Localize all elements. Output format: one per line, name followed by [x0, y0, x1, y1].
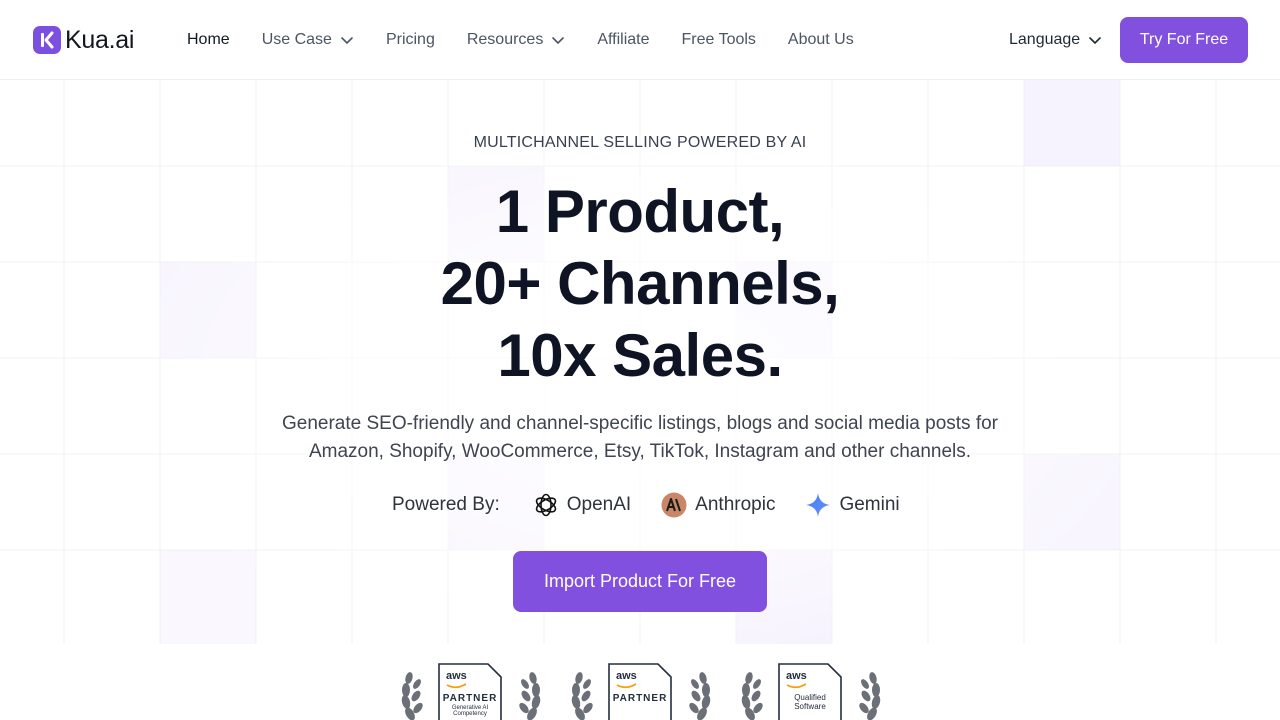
powered-by-row: Powered By: OpenAI Anthropic Gemini: [392, 490, 900, 520]
nav-free-tools[interactable]: Free Tools: [682, 31, 756, 49]
nav-label: Home: [187, 31, 230, 48]
nav-pricing[interactable]: Pricing: [386, 31, 435, 49]
award-badge: aws PARTNER Generative AI Competency: [396, 662, 546, 720]
nav-label: Resources: [466, 31, 544, 48]
gemini-icon: [806, 493, 831, 517]
headline-line: 10x Sales.: [497, 322, 783, 389]
provider-gemini: Gemini: [805, 492, 900, 518]
hero-headline: 1 Product, 20+ Channels, 10x Sales.: [0, 176, 1280, 392]
laurel-right-icon: [519, 672, 541, 720]
logo-icon: [33, 26, 61, 54]
nav-label: Free Tools: [681, 31, 756, 48]
badge-subtitle: Generative AI Competency: [451, 705, 489, 717]
nav-home[interactable]: Home: [187, 31, 230, 49]
hero-subtitle: Generate SEO-friendly and channel-specif…: [270, 410, 1010, 466]
hero-eyebrow: MULTICHANNEL SELLING POWERED BY AI: [473, 134, 807, 151]
nav-label: About Us: [787, 31, 854, 48]
laurel-right-icon: [859, 672, 881, 720]
chevron-down-icon: [341, 37, 353, 45]
laurel-left-icon: [741, 672, 763, 720]
nav-use-case[interactable]: Use Case: [262, 31, 354, 49]
subtitle-line: Amazon, Shopify, WooCommerce, Etsy, TikT…: [308, 441, 972, 462]
logo[interactable]: Kua.ai: [33, 24, 134, 56]
provider-anthropic: Anthropic: [661, 492, 775, 518]
anthropic-icon: [661, 492, 687, 518]
laurel-right-icon: [689, 672, 711, 720]
powered-by-label: Powered By:: [392, 494, 500, 515]
subtitle-line: Generate SEO-friendly and channel-specif…: [281, 413, 999, 434]
headline-line: 20+ Channels,: [440, 250, 840, 317]
badge-brand: aws: [446, 670, 467, 682]
provider-name: OpenAI: [566, 494, 632, 515]
awards-row: aws PARTNER Generative AI Competency aws…: [396, 662, 886, 720]
badge-brand: aws: [786, 670, 807, 682]
language-label: Language: [1009, 31, 1081, 48]
nav-resources[interactable]: Resources: [467, 31, 565, 49]
nav-label: Use Case: [261, 31, 332, 48]
badge-title: PARTNER: [442, 693, 498, 704]
badge-title: PARTNER: [612, 693, 668, 704]
badge-brand: aws: [616, 670, 637, 682]
nav-affiliate[interactable]: Affiliate: [597, 31, 649, 49]
nav-about-us[interactable]: About Us: [788, 31, 854, 49]
provider-name: Anthropic: [695, 494, 776, 515]
main-nav: Home Use Case Pricing Resources Affiliat…: [187, 28, 886, 52]
language-selector[interactable]: Language: [1009, 28, 1102, 52]
award-badge: aws PARTNER: [566, 662, 716, 720]
award-badge: aws Qualified Software: [736, 662, 886, 720]
chevron-down-icon: [1089, 37, 1101, 45]
laurel-left-icon: [571, 672, 593, 720]
nav-label: Affiliate: [597, 31, 650, 48]
openai-icon: [535, 493, 556, 517]
try-for-free-button[interactable]: Try For Free: [1120, 17, 1248, 63]
badge-title: Qualified Software: [794, 693, 826, 711]
chevron-down-icon: [552, 37, 565, 45]
import-product-button[interactable]: Import Product For Free: [513, 551, 767, 612]
provider-name: Gemini: [839, 494, 900, 515]
headline-line: 1 Product,: [495, 178, 785, 245]
nav-label: Pricing: [385, 31, 435, 48]
logo-text: Kua.ai: [65, 25, 135, 54]
site-header: Kua.ai Home Use Case Pricing Resources A…: [0, 0, 1280, 80]
laurel-left-icon: [401, 672, 423, 720]
provider-openai: OpenAI: [533, 492, 631, 518]
